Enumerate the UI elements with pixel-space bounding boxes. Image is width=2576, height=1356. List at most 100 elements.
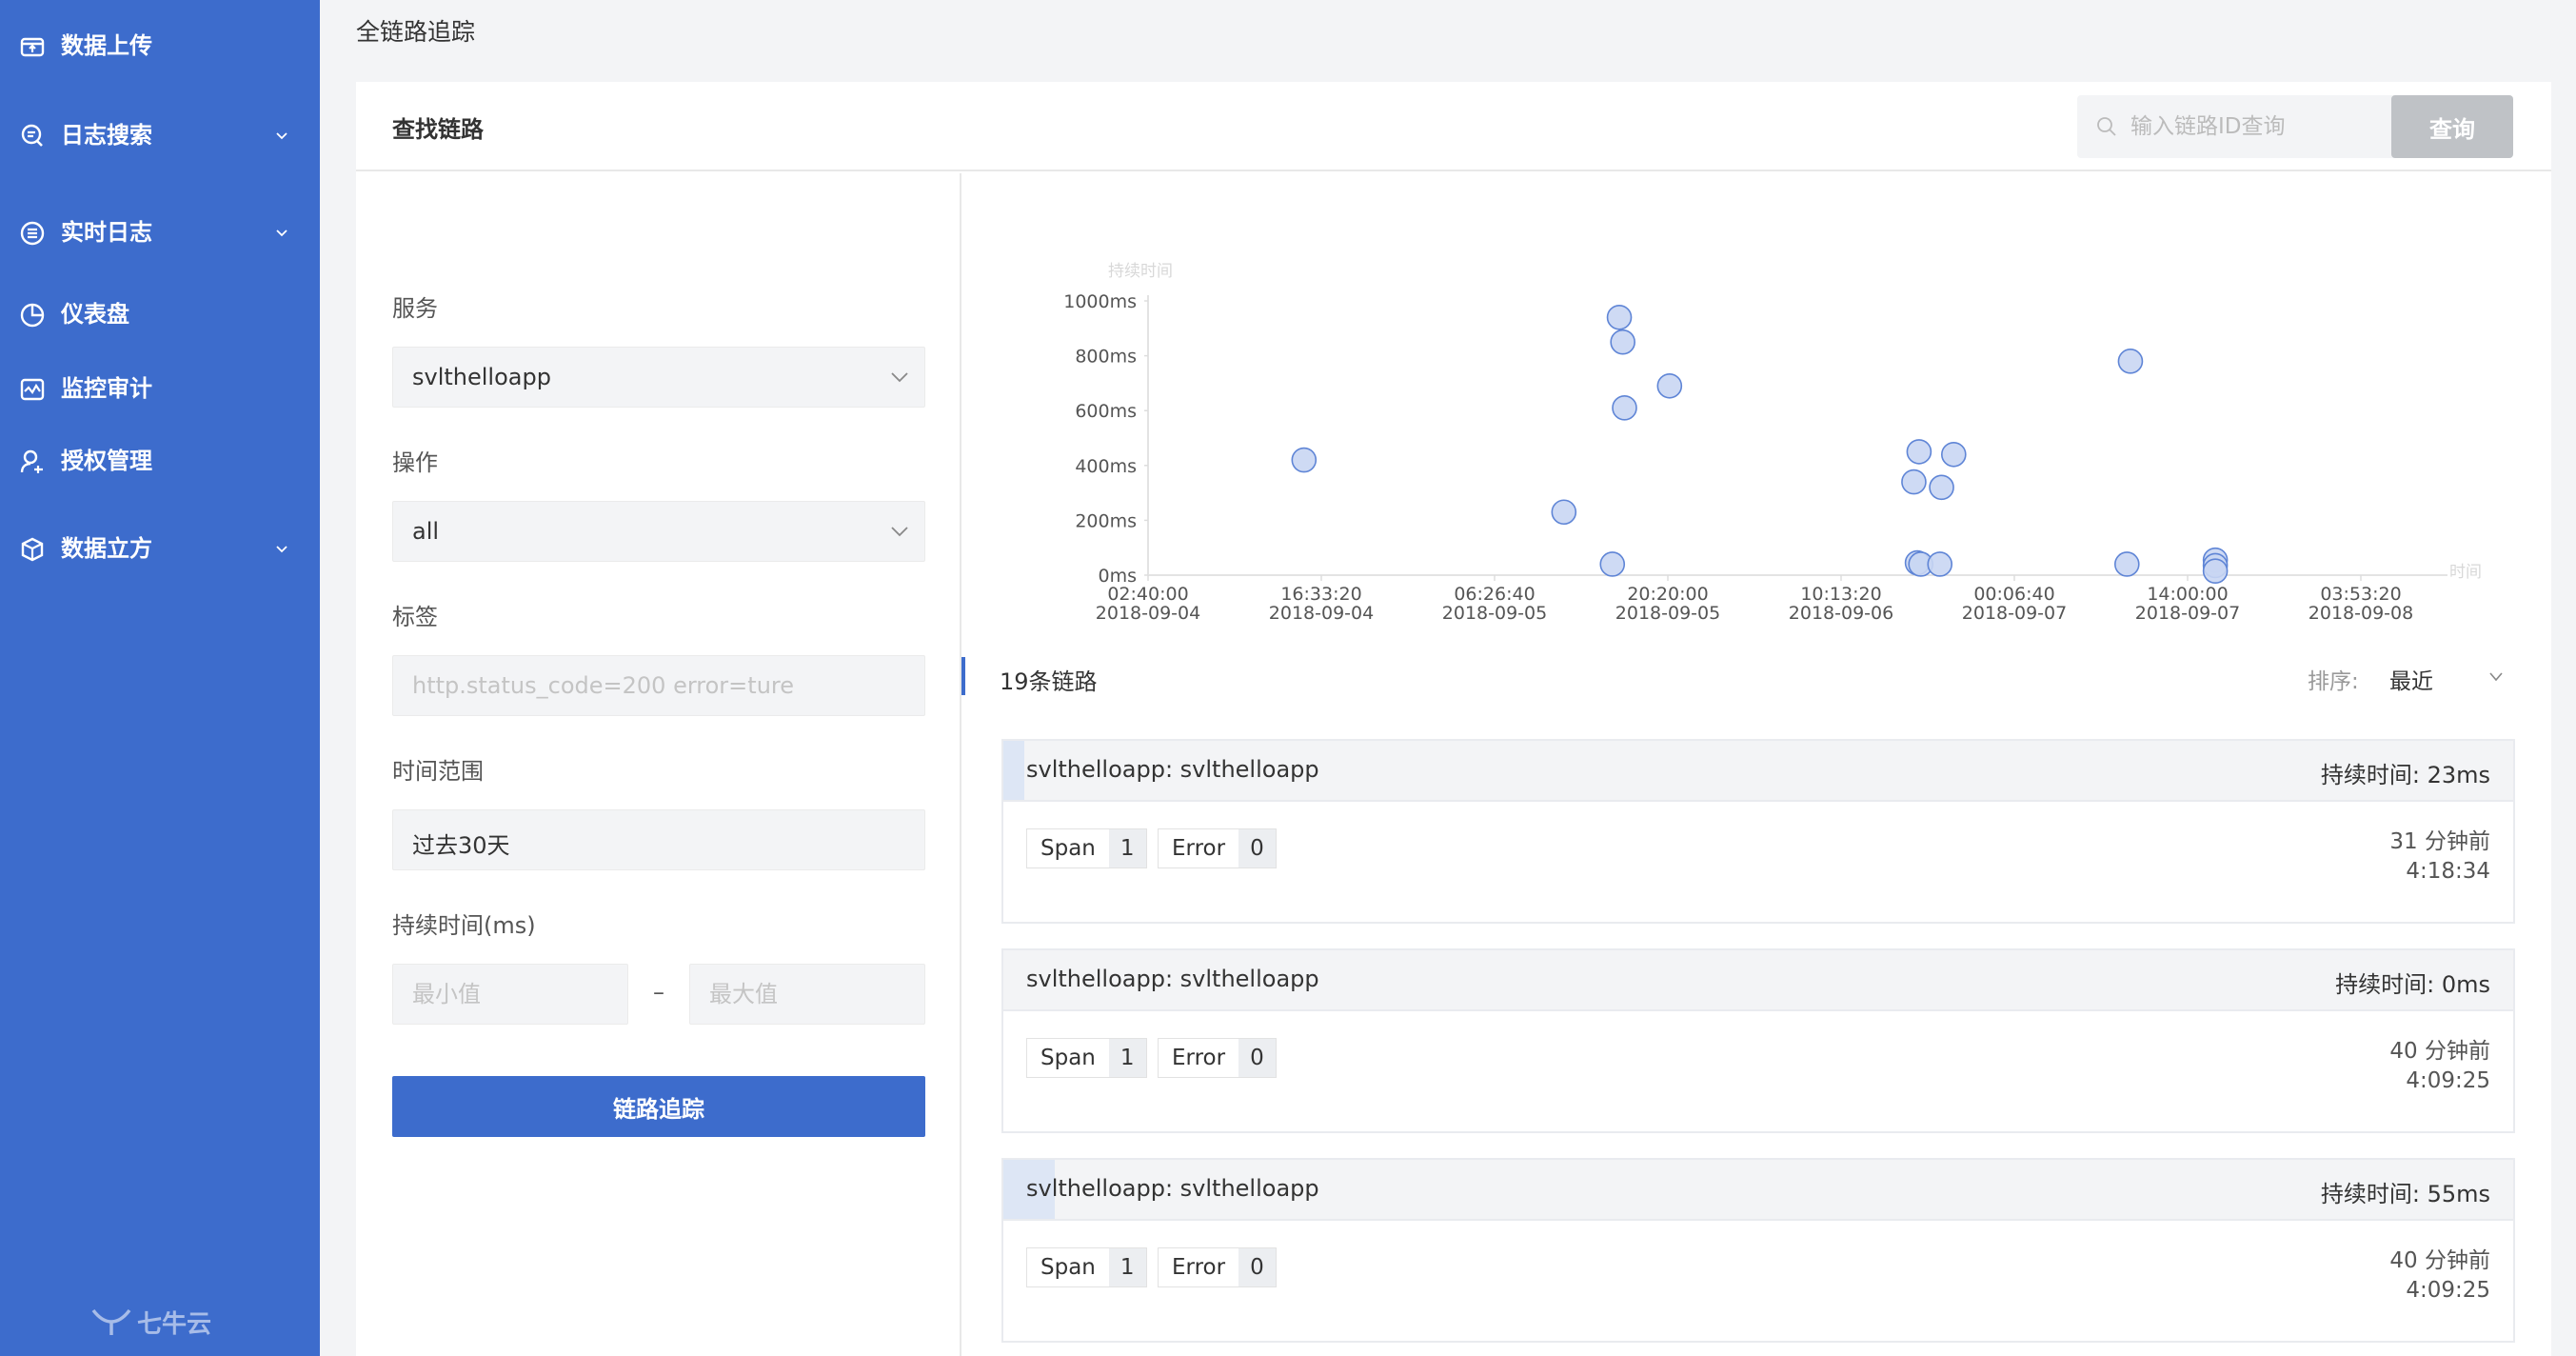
trace-relative-time: 40 分钟前 xyxy=(2389,1248,2490,1273)
service-value: svlthelloapp xyxy=(412,364,551,390)
x-tick-time: 02:40:00 xyxy=(1107,584,1188,605)
search-form: 服务 svlthelloapp 操作 all 标签 时间范围 过去30天 持续时… xyxy=(356,173,961,1356)
operation-label: 操作 xyxy=(392,449,438,476)
monitor-icon xyxy=(20,378,45,401)
trace-point[interactable] xyxy=(1929,474,1954,501)
trace-point[interactable] xyxy=(1599,551,1626,577)
trace-time: 4:18:34 xyxy=(2406,859,2490,884)
x-tick-time: 00:06:40 xyxy=(1973,584,2054,605)
sidebar-item-realtime-log[interactable]: 实时日志 xyxy=(0,202,320,263)
main-card: 查找链路 查询 服务 svlthelloapp 操作 all 标签 时间范围 过… xyxy=(356,82,2551,1356)
trace-point[interactable] xyxy=(1906,439,1932,465)
trace-point[interactable] xyxy=(1927,551,1953,577)
time-range-value: 过去30天 xyxy=(412,832,510,859)
x-tick-time: 06:26:40 xyxy=(1454,584,1535,605)
trace-duration-bar xyxy=(1003,741,1025,800)
trace-point[interactable] xyxy=(1606,304,1633,330)
time-range-label: 时间范围 xyxy=(392,758,484,785)
tags-field xyxy=(392,655,925,716)
operation-select[interactable]: all xyxy=(392,501,925,562)
chevron-down-icon xyxy=(276,546,287,553)
auth-user-icon xyxy=(20,449,43,473)
duration-max-input[interactable] xyxy=(690,965,924,1024)
chevron-down-icon xyxy=(276,229,287,237)
error-count: 0 xyxy=(1238,1039,1276,1077)
tags-input[interactable] xyxy=(393,656,924,715)
sidebar-item-log-search[interactable]: 日志搜索 xyxy=(0,105,320,166)
sidebar-item-data-cube[interactable]: 数据立方 xyxy=(0,518,320,579)
x-tick-date: 2018-09-05 xyxy=(1442,603,1547,624)
duration-label: 持续时间(ms) xyxy=(392,912,536,939)
trace-point[interactable] xyxy=(2117,349,2144,374)
duration-min-input[interactable] xyxy=(393,965,627,1024)
qiniu-logo-icon xyxy=(91,1308,131,1335)
y-tick-label: 800ms xyxy=(1075,347,1137,368)
x-tick-date: 2018-09-06 xyxy=(1789,603,1893,624)
x-tick-time: 14:00:00 xyxy=(2147,584,2228,605)
sort-label: 排序: xyxy=(2308,669,2359,694)
sidebar-item-label: 监控审计 xyxy=(61,375,152,402)
trace-point[interactable] xyxy=(1291,447,1318,473)
sidebar-item-auth-management[interactable]: 授权管理 xyxy=(0,430,320,491)
trace-card-header: svlthelloapp: svlthelloapp 持续时间: 55ms xyxy=(1003,1160,2513,1221)
chevron-down-icon[interactable] xyxy=(2488,670,2504,684)
logo-text: 七牛云 xyxy=(137,1309,212,1339)
time-range-select[interactable]: 过去30天 xyxy=(392,809,925,870)
trace-point[interactable] xyxy=(1610,329,1635,355)
span-label: Span xyxy=(1027,1248,1109,1286)
sort-select[interactable]: 最近 xyxy=(2389,663,2433,695)
sidebar-item-label: 数据立方 xyxy=(61,535,152,562)
sidebar-item-label: 日志搜索 xyxy=(61,122,152,149)
trace-point[interactable] xyxy=(2202,558,2229,584)
trace-time: 4:09:25 xyxy=(2406,1068,2490,1093)
trace-name: svlthelloapp: svlthelloapp xyxy=(1026,756,1319,783)
cube-icon xyxy=(21,537,44,562)
trace-point[interactable] xyxy=(2114,551,2140,577)
service-label: 服务 xyxy=(392,295,438,322)
x-axis-title: 时间 xyxy=(2449,563,2482,582)
y-tick-label: 400ms xyxy=(1075,456,1137,477)
trace-card[interactable]: svlthelloapp: svlthelloapp 持续时间: 55ms Sp… xyxy=(1001,1158,2515,1343)
trace-search-button[interactable]: 链路追踪 xyxy=(392,1076,925,1137)
y-axis-title: 持续时间 xyxy=(1108,262,1173,281)
span-label: Span xyxy=(1027,1039,1109,1077)
trace-card[interactable]: svlthelloapp: svlthelloapp 持续时间: 0ms Spa… xyxy=(1001,948,2515,1133)
trace-id-input[interactable] xyxy=(2130,107,2407,147)
error-label: Error xyxy=(1159,1248,1239,1286)
query-button[interactable]: 查询 xyxy=(2391,95,2513,158)
span-label: Span xyxy=(1027,829,1109,867)
x-tick-time: 20:20:00 xyxy=(1627,584,1708,605)
sidebar-item-label: 仪表盘 xyxy=(61,301,129,328)
sidebar-item-monitor-audit[interactable]: 监控审计 xyxy=(0,358,320,419)
sidebar-item-label: 实时日志 xyxy=(61,219,152,246)
trace-duration-scatter-chart: 持续时间时间0ms200ms400ms600ms800ms1000ms02:40… xyxy=(1063,262,2482,624)
x-tick-date: 2018-09-04 xyxy=(1096,603,1200,624)
span-count-tag: Span 1 xyxy=(1026,1247,1147,1287)
trace-point[interactable] xyxy=(1941,441,1967,468)
trace-point[interactable] xyxy=(1656,372,1683,399)
trace-card[interactable]: svlthelloapp: svlthelloapp 持续时间: 23ms Sp… xyxy=(1001,739,2515,924)
x-tick-date: 2018-09-04 xyxy=(1269,603,1374,624)
x-tick-date: 2018-09-07 xyxy=(1962,603,2067,624)
span-count-tag: Span 1 xyxy=(1026,1038,1147,1078)
span-count: 1 xyxy=(1108,1248,1146,1286)
sidebar-item-label: 授权管理 xyxy=(61,448,152,474)
sidebar-item-dashboard[interactable]: 仪表盘 xyxy=(0,284,320,345)
trace-point[interactable] xyxy=(1901,469,1927,495)
service-select[interactable]: svlthelloapp xyxy=(392,347,925,408)
log-search-icon xyxy=(21,124,43,147)
page-title: 全链路追踪 xyxy=(356,18,476,46)
trace-name: svlthelloapp: svlthelloapp xyxy=(1026,1175,1319,1202)
trace-point[interactable] xyxy=(1612,395,1637,421)
trace-relative-time: 40 分钟前 xyxy=(2389,1039,2490,1064)
results-accent xyxy=(961,657,965,695)
trace-time: 4:09:25 xyxy=(2406,1278,2490,1303)
dashboard-icon xyxy=(20,303,45,328)
y-tick-label: 1000ms xyxy=(1063,291,1137,312)
qiniu-logo: 七牛云 xyxy=(91,1303,225,1341)
sidebar-item-data-upload[interactable]: 数据上传 xyxy=(0,15,320,76)
duration-max-field xyxy=(689,964,925,1025)
trace-duration: 持续时间: 55ms xyxy=(2320,1181,2490,1207)
trace-point[interactable] xyxy=(1551,499,1577,526)
trace-card-header: svlthelloapp: svlthelloapp 持续时间: 23ms xyxy=(1003,741,2513,802)
